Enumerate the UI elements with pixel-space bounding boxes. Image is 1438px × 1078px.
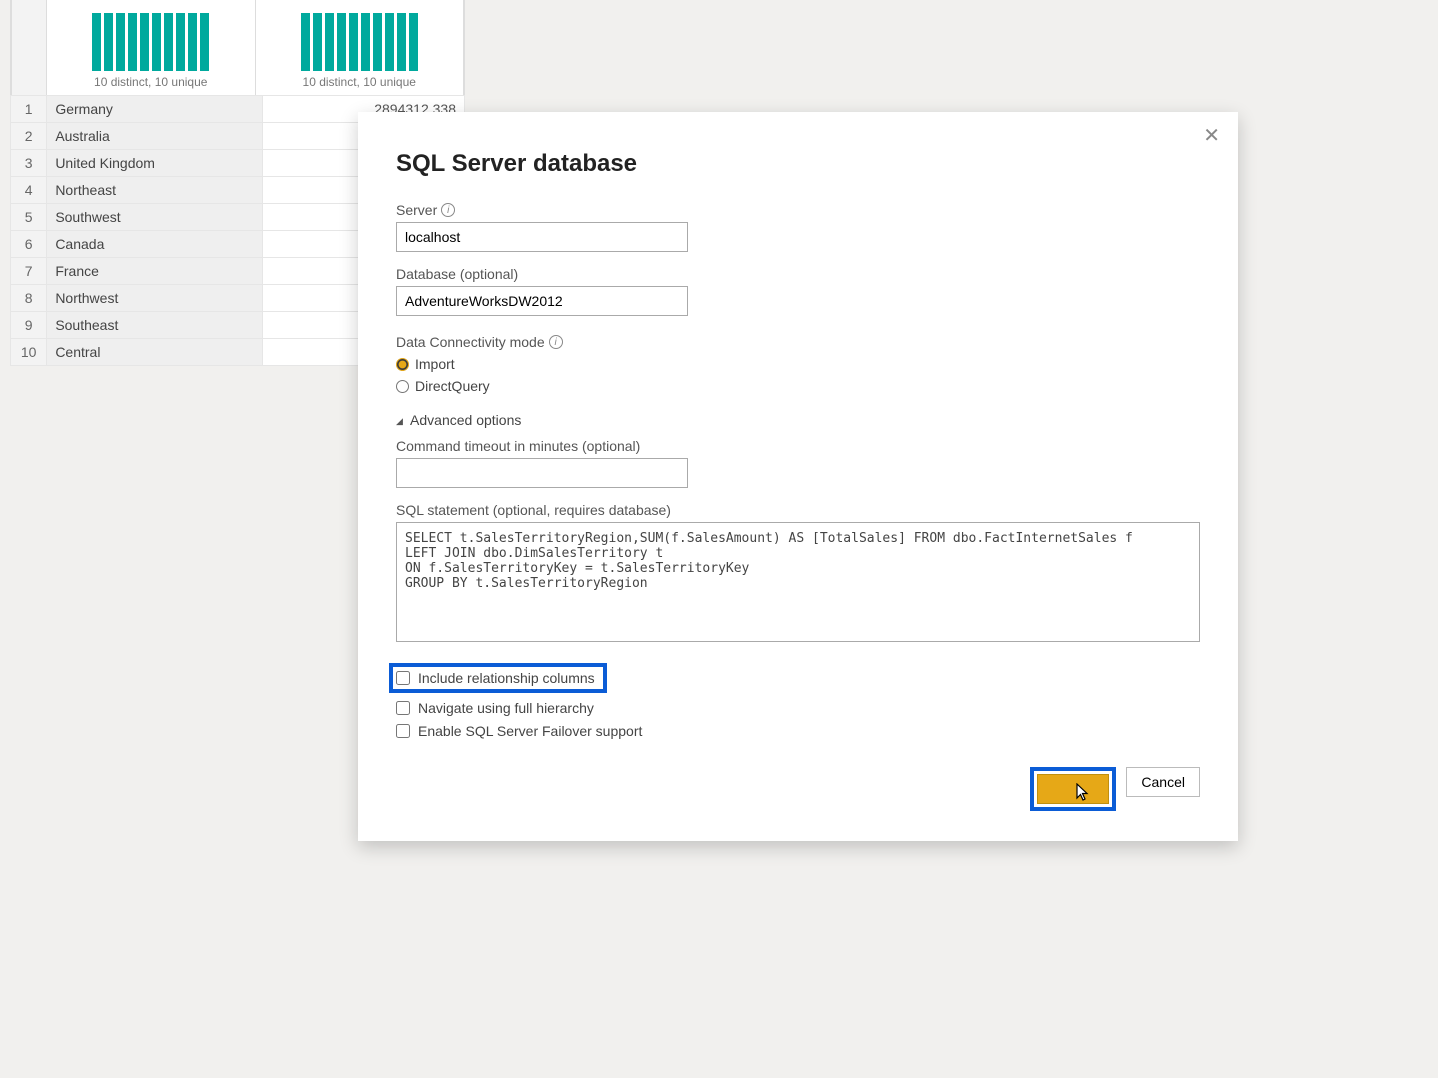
sql-statement-input[interactable] — [396, 522, 1200, 642]
highlight-ok-button: OK — [1030, 767, 1116, 811]
row-number: 10 — [11, 339, 47, 366]
cell-region: Germany — [47, 96, 263, 123]
histogram-row: 10 distinct, 10 unique 10 distinct, 10 u… — [10, 0, 465, 95]
radio-import[interactable]: Import — [396, 356, 1200, 372]
cell-region: Central — [47, 339, 263, 366]
checkbox-include-relationship[interactable]: Include relationship columns — [396, 670, 595, 686]
cell-region: Northwest — [47, 285, 263, 312]
row-number: 1 — [11, 96, 47, 123]
row-number: 9 — [11, 312, 47, 339]
advanced-options-toggle[interactable]: Advanced options — [396, 412, 1200, 428]
timeout-input[interactable] — [396, 458, 688, 488]
cell-region: Northeast — [47, 177, 263, 204]
row-number: 6 — [11, 231, 47, 258]
info-icon[interactable]: i — [549, 335, 563, 349]
row-number: 4 — [11, 177, 47, 204]
checkbox-failover-support[interactable]: Enable SQL Server Failover support — [396, 723, 1200, 739]
server-input[interactable] — [396, 222, 688, 252]
row-number: 3 — [11, 150, 47, 177]
dialog-title: SQL Server database — [396, 150, 1200, 178]
histogram-label-2: 10 distinct, 10 unique — [303, 75, 416, 89]
close-icon[interactable]: ✕ — [1199, 122, 1224, 150]
sql-statement-label: SQL statement (optional, requires databa… — [396, 502, 1200, 518]
server-label: Server i — [396, 202, 1200, 218]
sql-server-dialog: ✕ SQL Server database Server i Database … — [358, 112, 1238, 841]
histogram-bars-2 — [264, 9, 456, 71]
database-input[interactable] — [396, 286, 688, 316]
row-number: 7 — [11, 258, 47, 285]
cursor-icon — [1076, 783, 1092, 803]
info-icon[interactable]: i — [441, 203, 455, 217]
cell-region: Southeast — [47, 312, 263, 339]
cell-region: Australia — [47, 123, 263, 150]
timeout-label: Command timeout in minutes (optional) — [396, 438, 1200, 454]
radio-directquery[interactable]: DirectQuery — [396, 378, 1200, 394]
cell-region: United Kingdom — [47, 150, 263, 177]
ok-button[interactable]: OK — [1037, 774, 1109, 804]
cancel-button[interactable]: Cancel — [1126, 767, 1200, 797]
database-label: Database (optional) — [396, 266, 1200, 282]
row-number: 8 — [11, 285, 47, 312]
cell-region: France — [47, 258, 263, 285]
checkbox-navigate-hierarchy[interactable]: Navigate using full hierarchy — [396, 700, 1200, 716]
row-number: 2 — [11, 123, 47, 150]
histogram-label-1: 10 distinct, 10 unique — [94, 75, 207, 89]
row-number: 5 — [11, 204, 47, 231]
cell-region: Southwest — [47, 204, 263, 231]
highlight-include-relationship: Include relationship columns — [389, 663, 607, 693]
cell-region: Canada — [47, 231, 263, 258]
histogram-bars-1 — [55, 9, 247, 71]
connectivity-label: Data Connectivity mode i — [396, 334, 1200, 350]
